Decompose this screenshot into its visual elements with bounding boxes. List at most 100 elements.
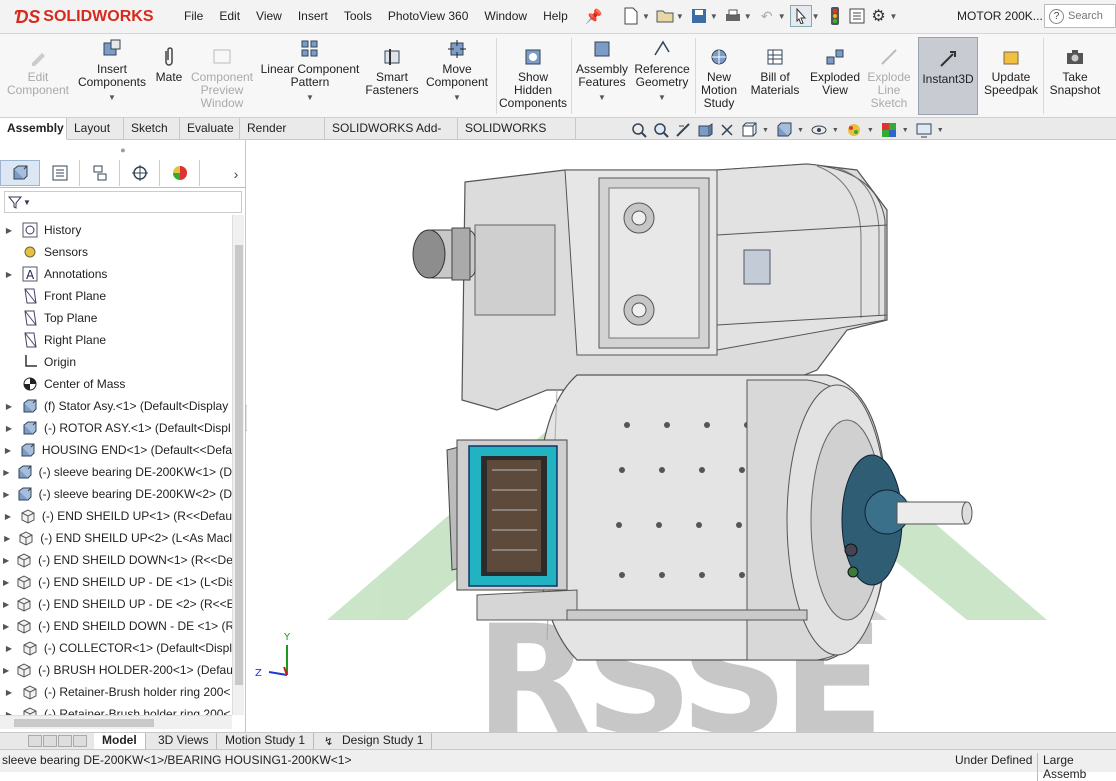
- expand-arrow-icon[interactable]: ▶: [3, 490, 10, 499]
- open-dropdown[interactable]: ▼: [676, 12, 684, 21]
- undo-dropdown[interactable]: ▼: [778, 12, 786, 21]
- tree-item[interactable]: ▶ (-) COLLECTOR<1> (Default<Displ: [0, 637, 232, 659]
- open-folder-icon[interactable]: [654, 5, 676, 27]
- search-box[interactable]: ? Search: [1044, 4, 1116, 28]
- more-tabs-chevron-icon[interactable]: ›: [226, 160, 246, 187]
- pin-menu-button[interactable]: 📌: [583, 5, 605, 27]
- tree-item[interactable]: ▶ A Annotations: [0, 263, 232, 285]
- tree-item[interactable]: Right Plane: [0, 329, 232, 351]
- tab-sketch[interactable]: Sketch: [124, 118, 180, 140]
- update-speedpak-button[interactable]: Update Speedpak: [982, 46, 1040, 97]
- tree-item[interactable]: ▶ (-) BRUSH HOLDER-200<1> (Defau: [0, 659, 232, 681]
- view-settings-icon[interactable]: [915, 121, 933, 139]
- bill-of-materials-button[interactable]: Bill of Materials: [746, 46, 804, 97]
- tab-solidworks-mbd[interactable]: SOLIDWORKS MBD: [458, 118, 576, 156]
- explode-line-sketch-button[interactable]: Explode Line Sketch: [866, 46, 912, 110]
- tree-item[interactable]: Top Plane: [0, 307, 232, 329]
- save-icon[interactable]: [688, 5, 710, 27]
- view-settings-dropdown[interactable]: ▼: [937, 127, 944, 134]
- menu-view[interactable]: View: [248, 9, 290, 23]
- print-dropdown[interactable]: ▼: [744, 12, 752, 21]
- tab-layout[interactable]: Layout: [67, 118, 124, 140]
- save-dropdown[interactable]: ▼: [710, 12, 718, 21]
- tree-item[interactable]: ▶ (-) sleeve bearing DE-200KW<1> (D: [0, 461, 232, 483]
- linear-pattern-button[interactable]: Linear Component Pattern ▼: [258, 38, 362, 104]
- component-preview-button[interactable]: Component Preview Window: [188, 46, 256, 110]
- tree-item[interactable]: ▶ (-) END SHEILD DOWN - DE <1> (R: [0, 615, 232, 637]
- menu-window[interactable]: Window: [476, 9, 535, 23]
- expand-arrow-icon[interactable]: ▶: [3, 622, 9, 631]
- section-view-icon[interactable]: [696, 121, 714, 139]
- expand-arrow-icon[interactable]: ▶: [3, 468, 10, 477]
- exploded-view-button[interactable]: Exploded View: [806, 46, 864, 97]
- assembly-features-button[interactable]: Assembly Features ▼: [574, 38, 630, 104]
- insert-components-dropdown[interactable]: ▼: [108, 91, 116, 104]
- expand-arrow-icon[interactable]: ▶: [3, 600, 9, 609]
- expand-arrow-icon[interactable]: ▶: [3, 578, 9, 587]
- menu-edit[interactable]: Edit: [211, 9, 248, 23]
- print-icon[interactable]: [722, 5, 744, 27]
- edit-appearance-dropdown[interactable]: ▼: [867, 127, 874, 134]
- tree-item[interactable]: ▶ (-) sleeve bearing DE-200KW<2> (D: [0, 483, 232, 505]
- expand-arrow-icon[interactable]: ▶: [3, 644, 15, 653]
- graphics-area[interactable]: RSSE Y Z: [247, 140, 1116, 732]
- scrollbar-thumb[interactable]: [14, 719, 154, 727]
- first-tab-button[interactable]: [28, 735, 42, 747]
- display-style-icon[interactable]: [775, 121, 793, 139]
- expand-arrow-icon[interactable]: ▶: [3, 534, 11, 543]
- featuremanager-tab-icon[interactable]: [0, 160, 40, 186]
- tree-item[interactable]: ▶ (-) Retainer-Brush holder ring 200<: [0, 681, 232, 703]
- expand-arrow-icon[interactable]: ▶: [3, 666, 9, 675]
- tab-evaluate[interactable]: Evaluate: [180, 118, 240, 140]
- tab-3d-views[interactable]: 3D Views: [150, 733, 218, 749]
- reference-geometry-dropdown[interactable]: ▼: [658, 91, 666, 104]
- expand-arrow-icon[interactable]: ▶: [3, 446, 13, 455]
- insert-components-button[interactable]: Insert Components ▼: [76, 38, 148, 104]
- view-orientation-dropdown[interactable]: ▼: [762, 127, 769, 134]
- instant3d-button[interactable]: Instant3D: [918, 37, 978, 115]
- display-manager-tab-icon[interactable]: [160, 160, 200, 186]
- tree-item[interactable]: ▶ (-) ROTOR ASY.<1> (Default<Displ: [0, 417, 232, 439]
- previous-view-icon[interactable]: [674, 121, 692, 139]
- tab-design-study-1[interactable]: ↯ Design Study 1: [318, 733, 433, 749]
- tree-item[interactable]: ▶ (-) END SHEILD UP<1> (R<<Defau: [0, 505, 232, 527]
- tree-item[interactable]: ▶ (-) Retainer-Brush holder ring 200<: [0, 703, 232, 715]
- tree-item[interactable]: ▶ History: [0, 219, 232, 241]
- expand-arrow-icon[interactable]: ▶: [3, 512, 13, 521]
- tab-scroll-buttons[interactable]: [28, 735, 88, 747]
- new-document-icon[interactable]: [620, 5, 642, 27]
- dimxpert-tab-icon[interactable]: [120, 160, 160, 186]
- tree-item[interactable]: ▶ (-) END SHEILD UP - DE <1> (L<Dis: [0, 571, 232, 593]
- tree-item[interactable]: ▶ (f) Stator Asy.<1> (Default<Display: [0, 395, 232, 417]
- prev-tab-button[interactable]: [43, 735, 57, 747]
- display-style-dropdown[interactable]: ▼: [797, 127, 804, 134]
- panel-grip[interactable]: ●: [0, 140, 246, 160]
- scrollbar-thumb[interactable]: [235, 245, 243, 685]
- expand-arrow-icon[interactable]: ▶: [3, 556, 9, 565]
- show-hidden-button[interactable]: Show Hidden Components: [499, 46, 567, 110]
- edit-appearance-icon[interactable]: [845, 121, 863, 139]
- expand-arrow-icon[interactable]: ▶: [3, 688, 15, 697]
- tree-item[interactable]: ▶ HOUSING END<1> (Default<<Defa: [0, 439, 232, 461]
- expand-arrow-icon[interactable]: ▶: [3, 270, 15, 279]
- tree-item[interactable]: ▶ (-) END SHEILD UP - DE <2> (R<<E: [0, 593, 232, 615]
- propertymanager-tab-icon[interactable]: [40, 160, 80, 186]
- traffic-light-icon[interactable]: [824, 5, 846, 27]
- assembly-features-dropdown[interactable]: ▼: [598, 91, 606, 104]
- zoom-to-area-icon[interactable]: [652, 121, 670, 139]
- linear-pattern-dropdown[interactable]: ▼: [306, 91, 314, 104]
- tab-assembly[interactable]: Assembly: [0, 118, 67, 140]
- menu-help[interactable]: Help: [535, 9, 576, 23]
- edit-component-button[interactable]: Edit Component: [6, 46, 70, 97]
- tab-motion-study-1[interactable]: Motion Study 1: [217, 733, 315, 749]
- tree-horizontal-scrollbar[interactable]: [0, 715, 232, 729]
- filter-tree-button[interactable]: ▼: [4, 191, 242, 213]
- dynamic-annotation-icon[interactable]: [718, 121, 736, 139]
- select-dropdown[interactable]: ▼: [812, 12, 820, 21]
- file-properties-icon[interactable]: [846, 5, 868, 27]
- view-orientation-icon[interactable]: [740, 121, 758, 139]
- take-snapshot-button[interactable]: Take Snapshot: [1046, 46, 1104, 97]
- expand-arrow-icon[interactable]: ▶: [3, 424, 15, 433]
- new-motion-study-button[interactable]: New Motion Study: [698, 46, 740, 110]
- tree-item[interactable]: ▶ (-) END SHEILD DOWN<1> (R<<De: [0, 549, 232, 571]
